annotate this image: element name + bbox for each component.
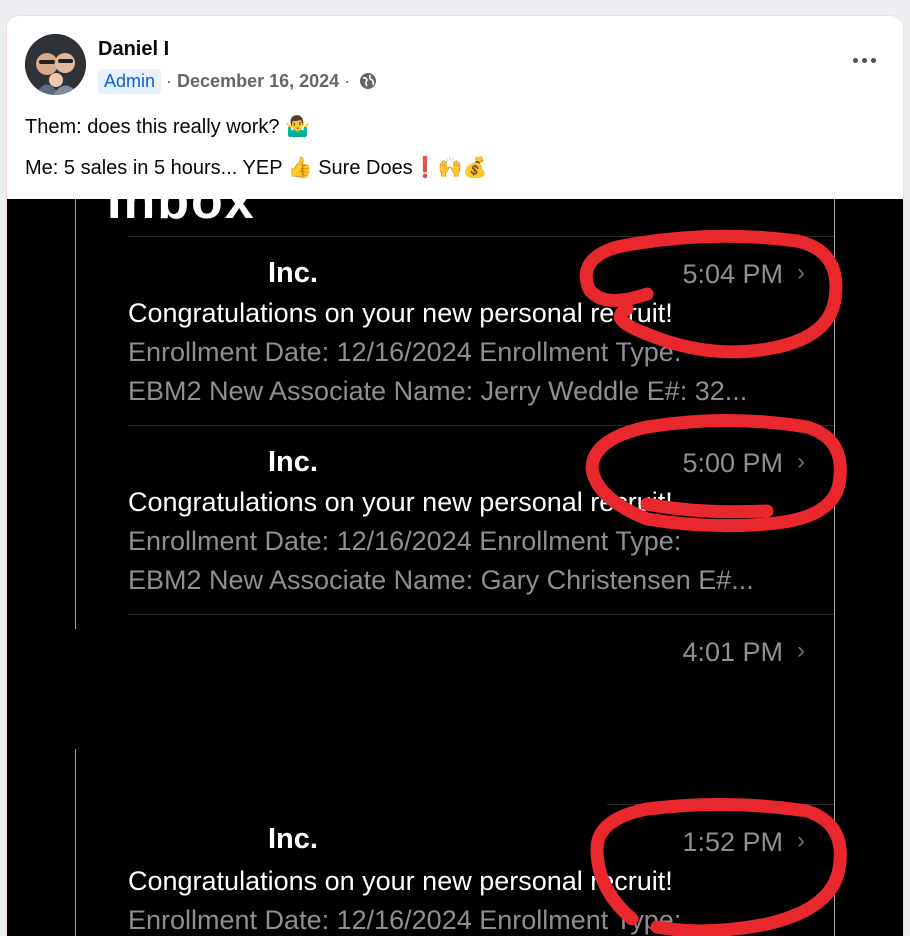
- red-annotation-circles: [579, 229, 847, 936]
- post-meta: Admin · December 16, 2024 ·: [98, 67, 377, 95]
- post-text-line-2: Me: 5 sales in 5 hours... YEP 👍 Sure Doe…: [25, 157, 488, 179]
- meta-separator: ·: [166, 70, 173, 91]
- post-date[interactable]: December 16, 2024: [177, 71, 339, 92]
- post-card: Daniel I Admin · December 16, 2024 · The…: [7, 16, 903, 936]
- author-name[interactable]: Daniel I: [98, 38, 169, 61]
- avatar[interactable]: [25, 34, 86, 95]
- post-text-line-1: Them: does this really work? 🤷‍♂️: [25, 116, 310, 138]
- globe-icon: [359, 72, 377, 90]
- meta-separator-2: ·: [344, 70, 351, 91]
- more-options-icon[interactable]: [847, 50, 881, 70]
- post-image[interactable]: Inbox Inc. 5:04 PM › Congratulations on …: [7, 199, 903, 936]
- role-badge[interactable]: Admin: [98, 68, 162, 94]
- avatar-image: [25, 34, 86, 95]
